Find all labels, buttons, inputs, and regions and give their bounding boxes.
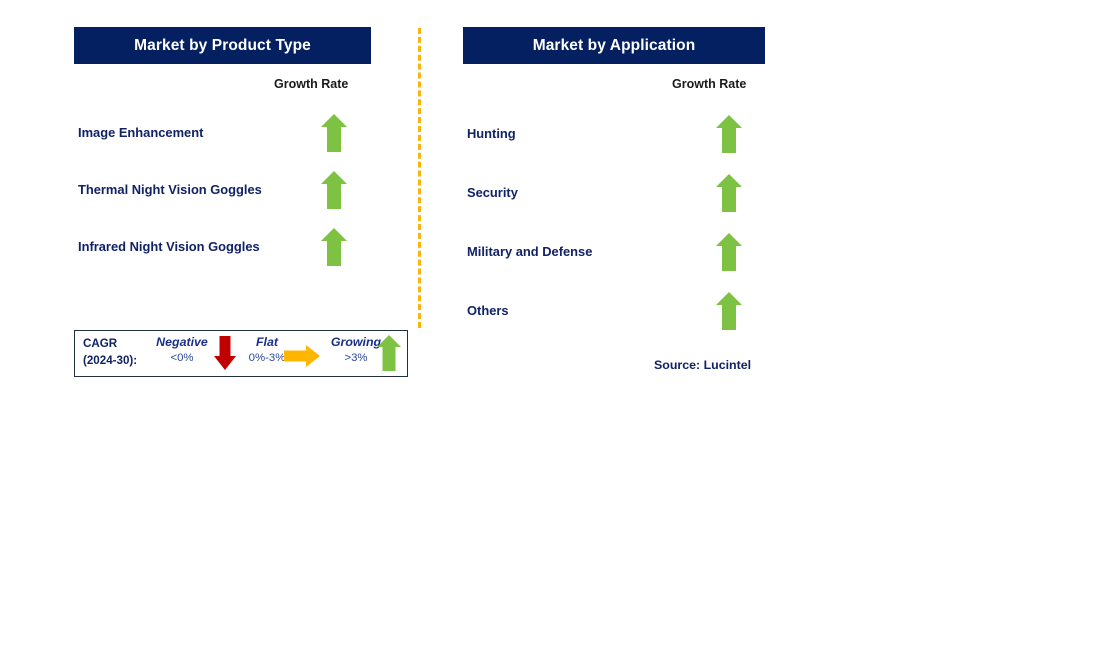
list-item: Hunting xyxy=(467,104,765,163)
list-item: Security xyxy=(467,163,765,222)
arrow-right-icon xyxy=(284,345,320,367)
segment-label: Thermal Night Vision Goggles xyxy=(78,181,262,197)
legend-range: <0% xyxy=(170,352,194,365)
segment-trend-cell xyxy=(693,291,765,330)
segment-trend-cell xyxy=(693,173,765,212)
segment-label: Others xyxy=(467,302,509,318)
arrow-down-icon xyxy=(214,336,236,370)
panel-header-product-type: Market by Product Type xyxy=(74,27,371,64)
segment-list-application: Hunting Security Military and Defense Ot… xyxy=(467,104,765,340)
arrow-up-icon xyxy=(321,170,347,209)
legend-icon-negative-cell xyxy=(214,336,236,370)
segment-label: Military and Defense xyxy=(467,243,593,259)
segment-label: Security xyxy=(467,184,518,200)
growth-rate-caption-product-type: Growth Rate xyxy=(274,77,349,91)
legend-cagr-line2: (2024-30): xyxy=(83,353,138,367)
arrow-up-icon xyxy=(716,291,742,330)
list-item: Others xyxy=(467,281,765,340)
segment-label: Image Enhancement xyxy=(78,124,204,140)
segment-trend-cell xyxy=(693,232,765,271)
legend-content: CAGR (2024-30): Negative <0% Flat 0%-3% … xyxy=(74,330,419,377)
vertical-dashed-divider xyxy=(418,28,421,328)
arrow-up-icon xyxy=(377,335,401,371)
source-attribution: Source: Lucintel xyxy=(654,358,752,372)
list-item: Infrared Night Vision Goggles xyxy=(78,218,371,275)
segment-trend-cell xyxy=(297,113,371,152)
arrow-up-icon xyxy=(321,113,347,152)
panel-title-application: Market by Application xyxy=(532,36,696,54)
legend-cagr-title: CAGR (2024-30): xyxy=(83,336,137,370)
segment-list-product-type: Image Enhancement Thermal Night Vision G… xyxy=(78,104,371,275)
legend-term: Negative xyxy=(156,335,208,349)
list-item: Image Enhancement xyxy=(78,104,371,161)
arrow-up-icon xyxy=(321,227,347,266)
legend-icon-growing-cell xyxy=(377,335,401,371)
list-item: Thermal Night Vision Goggles xyxy=(78,161,371,218)
segment-label: Hunting xyxy=(467,125,516,141)
panel-header-application: Market by Application xyxy=(463,27,765,64)
segment-trend-cell xyxy=(297,227,371,266)
list-item: Military and Defense xyxy=(467,222,765,281)
infographic-canvas: Market by Product Type Growth Rate Image… xyxy=(0,0,1106,653)
legend-cagr-line1: CAGR xyxy=(83,337,118,350)
segment-trend-cell xyxy=(297,170,371,209)
segment-trend-cell xyxy=(693,114,765,153)
arrow-up-icon xyxy=(716,232,742,271)
legend-entry-negative: Negative <0% xyxy=(146,335,218,366)
growth-rate-caption-application: Growth Rate xyxy=(672,77,747,91)
arrow-up-icon xyxy=(716,173,742,212)
segment-label: Infrared Night Vision Goggles xyxy=(78,238,260,254)
panel-title-product-type: Market by Product Type xyxy=(134,36,311,54)
legend-icon-flat-cell xyxy=(284,345,320,367)
arrow-up-icon xyxy=(716,114,742,153)
